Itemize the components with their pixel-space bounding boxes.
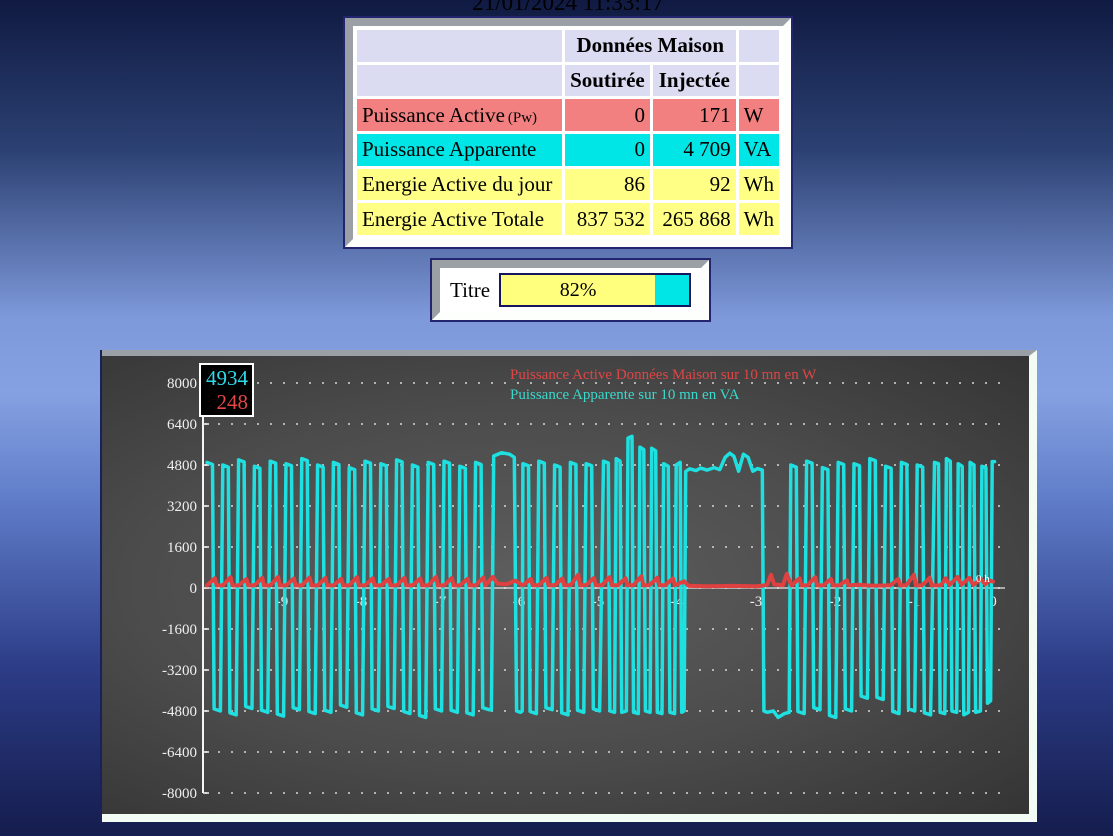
empty-header-cell (357, 30, 562, 62)
empty-unit-header-cell (739, 65, 779, 97)
current-values-box: 4934 248 (199, 363, 254, 417)
row-label-suffix: (Pw) (508, 110, 537, 126)
svg-text:-1600: -1600 (162, 622, 197, 638)
value-injectee: 265 868 (653, 203, 736, 235)
value-soutiree: 0 (565, 99, 650, 131)
donnees-maison-table: Données Maison Soutirée Injectée Puissan… (354, 27, 782, 238)
progress-remainder (655, 275, 689, 305)
value-injectee: 171 (653, 99, 736, 131)
current-active-value: 248 (201, 390, 248, 414)
table-bevel-frame: Données Maison Soutirée Injectée Puissan… (345, 18, 791, 247)
timestamp: 21/01/2024 11:33:17 (343, 0, 793, 16)
data-table-panel: Données Maison Soutirée Injectée Puissan… (343, 16, 793, 249)
value-injectee: 4 709 (653, 134, 736, 166)
unit-cell: VA (739, 134, 779, 166)
progress-fill: 82% (501, 275, 655, 305)
col-header-injectee: Injectée (653, 65, 736, 97)
svg-text:1600: 1600 (167, 540, 197, 556)
empty-unit-header-cell (739, 30, 779, 62)
dashboard-background: 21/01/2024 11:33:17 Données Maison Souti… (0, 0, 1113, 836)
empty-header-cell (357, 65, 562, 97)
unit-cell: Wh (739, 203, 779, 235)
svg-text:-6400: -6400 (162, 745, 197, 761)
table-row: Puissance Active(Pw) 0 171 W (357, 99, 779, 131)
table-row: Puissance Apparente 0 4 709 VA (357, 134, 779, 166)
svg-text:-1: -1 (908, 594, 921, 610)
svg-text:6400: 6400 (167, 417, 197, 433)
chart-panel: 8000 6400 4800 3200 1600 0 -1600 -3200 -4800 -640… (100, 350, 1037, 822)
row-label: Energie Active du jour (357, 169, 562, 201)
svg-text:4800: 4800 (167, 458, 197, 474)
table-row: Energie Active Totale 837 532 265 868 Wh (357, 203, 779, 235)
svg-text:3200: 3200 (167, 499, 197, 515)
value-soutiree: 0 (565, 134, 650, 166)
value-soutiree: 837 532 (565, 203, 650, 235)
row-label: Puissance Apparente (357, 134, 562, 166)
unit-cell: W (739, 99, 779, 131)
power-chart: 8000 6400 4800 3200 1600 0 -1600 -3200 -4800 -640… (102, 356, 1029, 814)
svg-text:-8000: -8000 (162, 786, 197, 802)
row-label: Puissance Active(Pw) (357, 99, 562, 131)
row-label: Energie Active Totale (357, 203, 562, 235)
col-header-soutiree: Soutirée (565, 65, 650, 97)
gauge-bevel-frame: Titre 82% (432, 260, 709, 320)
svg-text:8000: 8000 (167, 376, 197, 392)
svg-text:-4800: -4800 (162, 704, 197, 720)
progress-percent: 82% (560, 279, 597, 302)
table-row: Energie Active du jour 86 92 Wh (357, 169, 779, 201)
chart-area: 8000 6400 4800 3200 1600 0 -1600 -3200 -4800 -640… (102, 356, 1029, 814)
gauge-label: Titre (450, 278, 490, 303)
legend-puissance-active: Puissance Active Données Maison sur 10 m… (510, 367, 816, 384)
chart-bevel-frame: 8000 6400 4800 3200 1600 0 -1600 -3200 -4800 -640… (102, 350, 1037, 822)
svg-text:-2: -2 (829, 594, 842, 610)
svg-text:-3200: -3200 (162, 663, 197, 679)
svg-text:-3: -3 (750, 594, 763, 610)
legend-puissance-apparente: Puissance Apparente sur 10 mn en VA (510, 387, 739, 404)
group-header: Données Maison (565, 30, 736, 62)
table-group-header-row: Données Maison (357, 30, 779, 62)
value-soutiree: 86 (565, 169, 650, 201)
progress-bar: 82% (499, 273, 691, 307)
svg-text:0: 0 (190, 581, 198, 597)
titre-gauge-panel: Titre 82% (430, 258, 711, 322)
current-apparente-value: 4934 (201, 366, 248, 390)
svg-text:0 h: 0 h (976, 573, 990, 585)
table-subheader-row: Soutirée Injectée (357, 65, 779, 97)
unit-cell: Wh (739, 169, 779, 201)
value-injectee: 92 (653, 169, 736, 201)
